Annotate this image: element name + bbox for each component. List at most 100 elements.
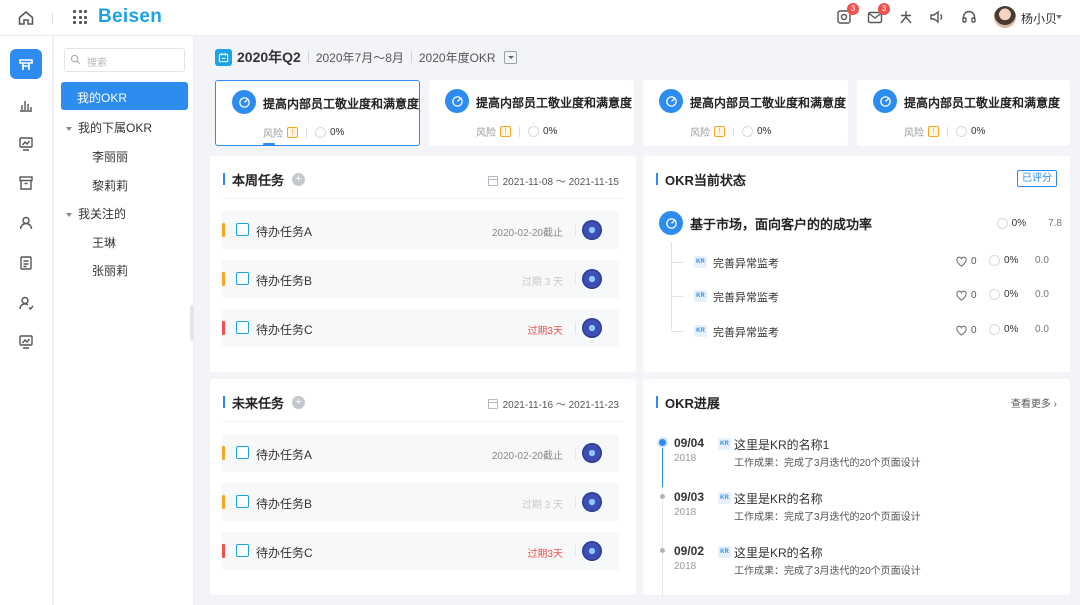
- task-checkbox[interactable]: [236, 321, 249, 334]
- okr-progress-card: OKR进展 查看更多 › 09/04 2018 KR 这里是KR的名称1 工作成…: [643, 379, 1070, 597]
- assignee-avatar[interactable]: [582, 269, 602, 289]
- okr-tree-panel: 搜索 我的OKR 我的下属OKR 李丽丽 黎莉莉 我关注的 王琳 张丽莉: [54, 36, 194, 605]
- home-icon[interactable]: [17, 9, 35, 27]
- message-icon[interactable]: 3: [866, 3, 890, 26]
- task-checkbox[interactable]: [236, 544, 249, 557]
- tree-item-subordinate[interactable]: 黎莉莉: [92, 177, 128, 194]
- task-checkbox[interactable]: [236, 223, 249, 236]
- user-settings-icon[interactable]: [17, 294, 35, 312]
- task-row[interactable]: 待办任务A 2020-02-20截止: [222, 434, 619, 472]
- panel-resize-handle[interactable]: [190, 305, 194, 341]
- timeline-item[interactable]: 09/04 2018 KR 这里是KR的名称1 工作成果：完成了3月迭代的20个…: [659, 436, 1059, 486]
- timeline-item[interactable]: 09/02 2018 KR 这里是KR的名称 工作成果：完成了3月迭代的20个页…: [659, 544, 1059, 594]
- task-row[interactable]: 待办任务C 过期3天: [222, 532, 619, 570]
- priority-indicator: [222, 223, 225, 237]
- task-row[interactable]: 待办任务B 过期 3 天: [222, 260, 619, 298]
- user-avatar[interactable]: [994, 6, 1016, 28]
- kr-progress: 0%: [989, 255, 1018, 266]
- heart-icon: [956, 325, 967, 336]
- okr-card-title: 提高内部员工敬业度和满意度: [263, 97, 420, 111]
- okr-card[interactable]: 提高内部员工敬业度和满意度 风险! 0%: [643, 80, 848, 146]
- kr-score: 0.0: [1035, 289, 1049, 300]
- network-icon[interactable]: [897, 8, 915, 26]
- risk-label: 风险: [904, 128, 924, 139]
- person-icon[interactable]: [17, 214, 35, 232]
- task-row[interactable]: 待办任务A 2020-02-20截止: [222, 211, 619, 249]
- task-row[interactable]: 待办任务C 过期3天: [222, 309, 619, 347]
- expand-caret-icon[interactable]: [66, 212, 72, 217]
- task-row[interactable]: 待办任务B 过期 3 天: [222, 483, 619, 521]
- okr-card-meta: 风险! 0%: [690, 124, 771, 139]
- task-checkbox[interactable]: [236, 272, 249, 285]
- progress-ring-icon: [996, 218, 1008, 229]
- timeline-kr-name: 这里是KR的名称1: [734, 438, 830, 452]
- expand-caret-icon[interactable]: [66, 126, 72, 131]
- assignee-avatar[interactable]: [582, 443, 602, 463]
- kr-row[interactable]: KR 完善异常监考 0 0% 0.0: [671, 322, 1056, 342]
- assignee-avatar[interactable]: [582, 318, 602, 338]
- timeline-item[interactable]: 09/03 2018 KR 这里是KR的名称 工作成果：完成了3月迭代的20个页…: [659, 490, 1059, 540]
- user-menu-caret-icon[interactable]: [1056, 15, 1062, 19]
- okr-status-card: OKR当前状态 已评分 基于市场，面向客户的的成功率 0% 7.8 KR 完善异常…: [643, 156, 1070, 372]
- speaker-icon[interactable]: [928, 8, 946, 26]
- okr-card[interactable]: 提高内部员工敬业度和满意度 风险! 0%: [215, 80, 420, 146]
- notification-icon[interactable]: 3: [835, 3, 859, 26]
- bar-chart-icon[interactable]: [17, 96, 35, 114]
- view-more-link[interactable]: 查看更多 ›: [1011, 395, 1057, 410]
- tree-group-label: 我关注的: [78, 207, 127, 221]
- assignee-avatar[interactable]: [582, 220, 602, 240]
- tree-group-subordinates[interactable]: 我的下属OKR: [66, 119, 152, 136]
- task-name: 待办任务B: [256, 274, 313, 288]
- tree-item-my-okr[interactable]: 我的OKR: [61, 82, 188, 110]
- divider: [307, 51, 309, 63]
- chevron-right-icon: ›: [1053, 399, 1057, 410]
- period-dropdown-button[interactable]: [503, 50, 517, 64]
- timeline-dot: [660, 548, 665, 553]
- date-range[interactable]: 2021-11-16 ～ 2021-11-23: [487, 396, 619, 411]
- task-checkbox[interactable]: [236, 495, 249, 508]
- objective-icon: [659, 89, 683, 113]
- like-button[interactable]: 0: [955, 324, 977, 337]
- risk-label: 风险: [263, 129, 283, 140]
- period-quarter[interactable]: 2020年Q2: [237, 47, 301, 67]
- rail-item-okr[interactable]: [10, 49, 42, 79]
- kr-row[interactable]: KR 完善异常监考 0 0% 0.0: [671, 287, 1056, 307]
- task-name: 待办任务C: [256, 546, 313, 560]
- progress-ring-icon: [956, 126, 967, 137]
- risk-badge: !: [500, 126, 511, 137]
- like-button[interactable]: 0: [955, 255, 977, 268]
- user-name[interactable]: 杨小贝: [1021, 10, 1057, 27]
- okr-card-title: 提高内部员工敬业度和满意度: [904, 96, 1061, 110]
- okr-card-title: 提高内部员工敬业度和满意度: [690, 96, 847, 110]
- like-count: 0: [971, 325, 977, 336]
- headset-icon[interactable]: [960, 8, 978, 26]
- card-title-text: 本周任务: [232, 172, 285, 188]
- archive-icon[interactable]: [17, 174, 35, 192]
- objective-progress: 0%: [1011, 218, 1027, 229]
- timeline-dot: [659, 439, 666, 446]
- tree-item-following[interactable]: 王琳: [92, 234, 116, 251]
- document-icon[interactable]: [17, 254, 35, 272]
- period-annual[interactable]: 2020年度OKR: [419, 49, 496, 66]
- add-task-button[interactable]: +: [292, 172, 306, 186]
- dashboard-icon[interactable]: [17, 333, 35, 351]
- date-range[interactable]: 2021-11-08 ～ 2021-11-15: [487, 173, 619, 188]
- tree-item-following[interactable]: 张丽莉: [92, 262, 128, 279]
- tree-group-following[interactable]: 我关注的: [66, 205, 126, 222]
- okr-card[interactable]: 提高内部员工敬业度和满意度 风险! 0%: [857, 80, 1070, 146]
- okr-card[interactable]: 提高内部员工敬业度和满意度 风险! 0%: [429, 80, 634, 146]
- period-range[interactable]: 2020年7月～8月: [316, 49, 404, 66]
- task-checkbox[interactable]: [236, 446, 249, 459]
- kr-row[interactable]: KR 完善异常监考 0 0% 0.0: [671, 253, 1056, 273]
- app-grid-icon[interactable]: [73, 10, 87, 24]
- tree-item-subordinate[interactable]: 李丽丽: [92, 148, 128, 165]
- like-button[interactable]: 0: [955, 289, 977, 302]
- presentation-icon[interactable]: [17, 135, 35, 153]
- assignee-avatar[interactable]: [582, 492, 602, 512]
- objective-icon: [659, 211, 683, 235]
- task-name: 待办任务A: [256, 225, 313, 239]
- objective-icon: [445, 89, 469, 113]
- assignee-avatar[interactable]: [582, 541, 602, 561]
- add-task-button[interactable]: +: [292, 395, 306, 409]
- objective-row[interactable]: 基于市场，面向客户的的成功率: [659, 211, 872, 235]
